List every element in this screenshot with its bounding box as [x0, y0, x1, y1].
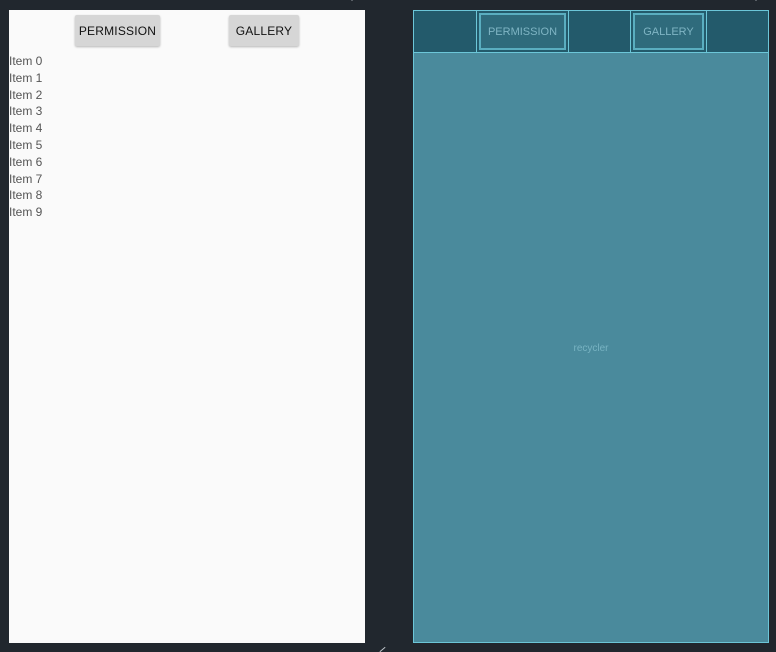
design-preview[interactable]: PERMISSION GALLERY Item 0 Item 1 Item 2 … — [9, 10, 365, 643]
list-item[interactable]: Item 9 — [9, 204, 42, 221]
blueprint-toolbar[interactable]: PERMISSION GALLERY — [414, 11, 768, 53]
blueprint-preview[interactable]: PERMISSION GALLERY recycler — [413, 10, 769, 643]
blueprint-gallery-button[interactable]: GALLERY — [633, 13, 704, 50]
triangle-marker-icon — [350, 0, 355, 2]
list-item[interactable]: Item 7 — [9, 171, 42, 188]
recycler-list[interactable]: Item 0 Item 1 Item 2 Item 3 Item 4 Item … — [9, 53, 42, 221]
permission-button[interactable]: PERMISSION — [75, 15, 160, 46]
gallery-button[interactable]: GALLERY — [229, 15, 299, 46]
resize-handle-icon[interactable] — [379, 645, 387, 651]
blueprint-permission-button[interactable]: PERMISSION — [479, 13, 566, 50]
list-item[interactable]: Item 8 — [9, 187, 42, 204]
list-item[interactable]: Item 1 — [9, 70, 42, 87]
list-item[interactable]: Item 3 — [9, 103, 42, 120]
list-item[interactable]: Item 0 — [9, 53, 42, 70]
recycler-label: recycler — [573, 343, 609, 354]
blueprint-gallery-frame[interactable]: GALLERY — [630, 11, 707, 52]
list-item[interactable]: Item 2 — [9, 87, 42, 104]
blueprint-permission-frame[interactable]: PERMISSION — [476, 11, 569, 52]
list-item[interactable]: Item 6 — [9, 154, 42, 171]
triangle-marker-icon — [754, 0, 759, 2]
list-item[interactable]: Item 4 — [9, 120, 42, 137]
list-item[interactable]: Item 5 — [9, 137, 42, 154]
